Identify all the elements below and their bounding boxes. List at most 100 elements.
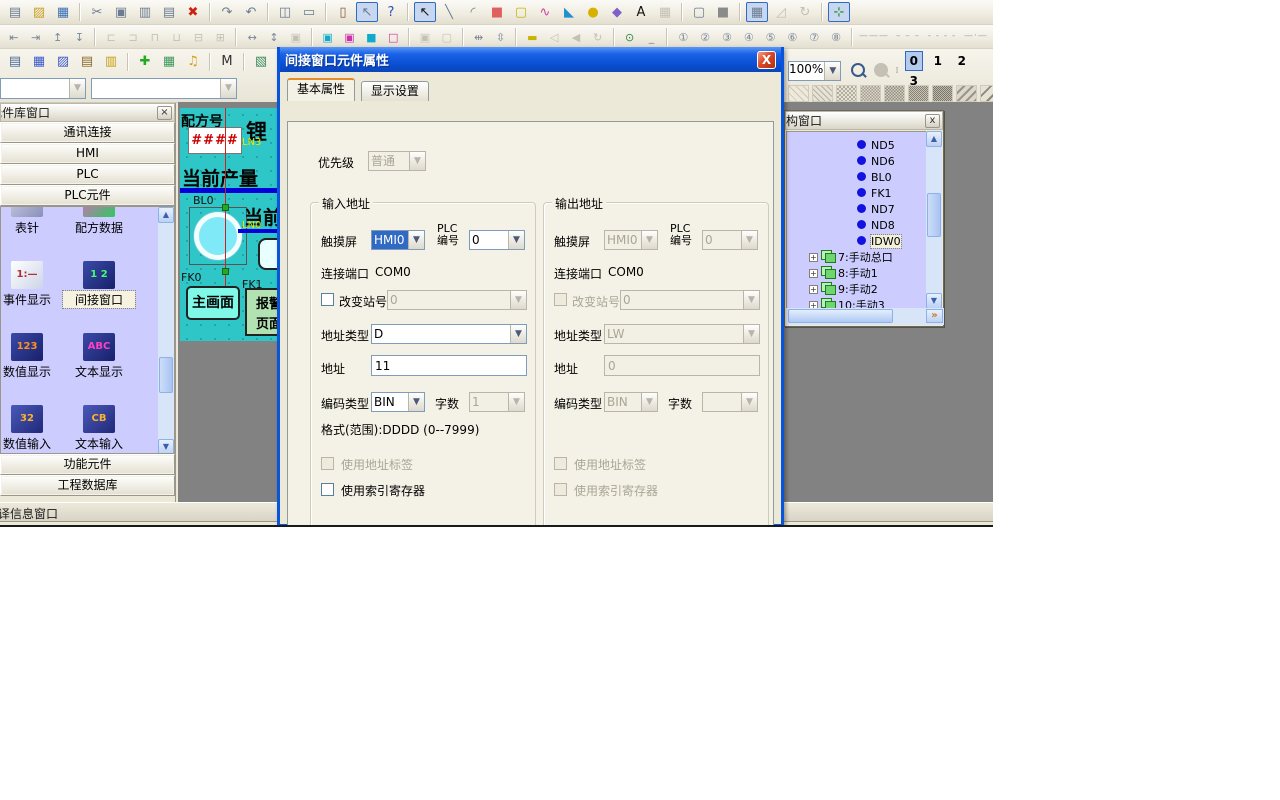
tree-vscrollbar[interactable]: ▲ ▼: [926, 131, 942, 309]
output-encode-select[interactable]: BIN ▼: [604, 392, 658, 412]
scroll-up-icon[interactable]: ▲: [158, 207, 174, 223]
ungroup-icon[interactable]: ▢: [437, 27, 457, 47]
equal-vspace-icon[interactable]: ⇳: [491, 27, 511, 47]
pick-tool-icon[interactable]: ↖: [356, 2, 378, 22]
tree-folder-8:手动1[interactable]: +8:手动1: [809, 266, 878, 282]
frame-style-icon[interactable]: ▢ ▾: [688, 2, 710, 22]
chevron-down-icon[interactable]: ▼: [408, 231, 424, 249]
tree-node-ND8[interactable]: ND8: [857, 218, 895, 234]
help-icon[interactable]: ?: [380, 2, 402, 22]
nudge-up-icon[interactable]: ↥: [48, 27, 68, 47]
fill-pattern-swatch[interactable]: [956, 85, 977, 102]
chevron-down-icon[interactable]: ▼: [641, 231, 657, 249]
export-doc-icon[interactable]: ▧: [250, 51, 272, 71]
close-icon[interactable]: x: [925, 114, 940, 128]
scroll-up-icon[interactable]: ▲: [926, 131, 942, 147]
align-bottom-icon[interactable]: ⊔: [167, 27, 187, 47]
scrollbar-thumb[interactable]: [788, 309, 893, 323]
output-plc-number-select[interactable]: 0 ▼: [702, 230, 758, 250]
lock-icon[interactable]: ⊙: [620, 27, 640, 47]
zoom-level-combobox[interactable]: 100% ▼: [788, 61, 841, 81]
equal-hspace-icon[interactable]: ⇹: [469, 27, 489, 47]
palette-item-事件显示[interactable]: 1:—事件显示: [0, 261, 63, 308]
state-8-icon[interactable]: ⑧: [826, 27, 846, 47]
change-station-checkbox[interactable]: [321, 293, 334, 306]
macro-doc-icon[interactable]: M: [216, 51, 238, 71]
scrollbar-thumb[interactable]: [159, 357, 173, 393]
main-screen-button[interactable]: 主画面: [186, 286, 240, 320]
tree-node-BL0[interactable]: BL0: [857, 170, 892, 186]
library-category-PLC元件[interactable]: PLC元件: [0, 185, 175, 206]
line-tool-icon[interactable]: ╲: [438, 2, 460, 22]
tree-folder-7:手动总口[interactable]: +7:手动总口: [809, 250, 893, 266]
nudge-down-icon[interactable]: ↧: [69, 27, 89, 47]
print-preview-icon[interactable]: ◫: [274, 2, 296, 22]
tree-node-ND7[interactable]: ND7: [857, 202, 895, 218]
nudge-right-icon[interactable]: ⇥: [26, 27, 46, 47]
send-to-back-icon[interactable]: ▣: [340, 27, 360, 47]
close-icon[interactable]: X: [757, 51, 776, 69]
chevron-down-icon[interactable]: ▼: [743, 291, 759, 309]
chevron-down-icon[interactable]: ▼: [510, 325, 526, 343]
rect-tool-icon[interactable]: ■: [486, 2, 508, 22]
tree-folder-9:手动2[interactable]: +9:手动2: [809, 282, 878, 298]
use-index-register-checkbox[interactable]: [554, 483, 567, 496]
binary-encode-icon[interactable]: ▦: [28, 51, 50, 71]
chevron-down-icon[interactable]: ▼: [743, 325, 759, 343]
change-station-checkbox[interactable]: [554, 293, 567, 306]
tree-hscrollbar[interactable]: »: [786, 308, 944, 325]
cut-icon[interactable]: ✂: [86, 2, 108, 22]
use-address-tag-checkbox[interactable]: [321, 457, 334, 470]
fill-pattern-swatch[interactable]: [812, 85, 833, 102]
move-tool-icon[interactable]: ⊹: [828, 2, 850, 22]
tree-node-IDW0[interactable]: IDW0: [857, 234, 901, 250]
fill-pattern-swatch[interactable]: [860, 85, 881, 102]
state-6-icon[interactable]: ⑥: [783, 27, 803, 47]
state-1-button[interactable]: 1: [929, 51, 947, 71]
delete-icon[interactable]: ✖: [182, 2, 204, 22]
ellipse-tool-icon[interactable]: ●: [582, 2, 604, 22]
input-plc-number-select[interactable]: 0 ▼: [469, 230, 525, 250]
recipe-number-display[interactable]: ####: [188, 127, 242, 154]
output-word-count-select[interactable]: ▼: [702, 392, 758, 412]
font-size-combobox[interactable]: ▼: [91, 78, 237, 99]
close-icon[interactable]: ×: [157, 106, 172, 120]
zoom-out-icon[interactable]: [848, 61, 867, 81]
fill-pattern-swatch[interactable]: [788, 85, 809, 102]
input-station-select[interactable]: 0 ▼: [387, 290, 527, 310]
tree-node-ND5[interactable]: ND5: [857, 138, 895, 154]
priority-select[interactable]: 普通 ▼: [368, 151, 426, 171]
library-section-功能元件[interactable]: 功能元件: [0, 454, 175, 475]
align-left-icon[interactable]: ⊏: [101, 27, 121, 47]
align-top-icon[interactable]: ⊓: [145, 27, 165, 47]
scroll-down-icon[interactable]: ▼: [158, 439, 174, 454]
freeform-tool-icon[interactable]: ◆: [606, 2, 628, 22]
same-width-icon[interactable]: ↔: [242, 27, 262, 47]
chevron-down-icon[interactable]: ▼: [220, 79, 236, 98]
line-style-dashdot-button[interactable]: —·—: [961, 29, 991, 45]
input-address-field[interactable]: 11: [371, 355, 527, 376]
same-size-icon[interactable]: ▣: [286, 27, 306, 47]
send-backward-icon[interactable]: □: [383, 27, 403, 47]
scrollbar-thumb[interactable]: [927, 193, 941, 237]
grid-toggle-icon[interactable]: ▦: [746, 2, 768, 22]
state-1-icon[interactable]: ①: [673, 27, 693, 47]
library-category-HMI[interactable]: HMI: [0, 143, 175, 164]
expand-icon[interactable]: +: [809, 253, 818, 262]
palette-item-文本显示[interactable]: ABC文本显示: [63, 333, 135, 380]
expand-icon[interactable]: +: [809, 269, 818, 278]
chevron-down-icon[interactable]: ▼: [408, 393, 424, 411]
output-station-select[interactable]: 0 ▼: [620, 290, 760, 310]
address-book-icon[interactable]: ▯: [332, 2, 354, 22]
bring-to-front-icon[interactable]: ▣: [318, 27, 338, 47]
compile-icon[interactable]: ▤: [4, 51, 26, 71]
chevron-down-icon[interactable]: ▼: [824, 62, 840, 80]
expand-icon[interactable]: +: [809, 285, 818, 294]
palette-scrollbar[interactable]: ▲ ▼: [158, 207, 174, 454]
align-right-icon[interactable]: ⊐: [123, 27, 143, 47]
library-category-通讯连接[interactable]: 通讯连接: [0, 122, 175, 143]
dialog-titlebar[interactable]: 间接窗口元件属性 X: [280, 47, 781, 72]
scale-view-icon[interactable]: ◿: [770, 2, 792, 22]
copy-icon[interactable]: ▣: [110, 2, 132, 22]
image-tool-icon[interactable]: ▦: [654, 2, 676, 22]
